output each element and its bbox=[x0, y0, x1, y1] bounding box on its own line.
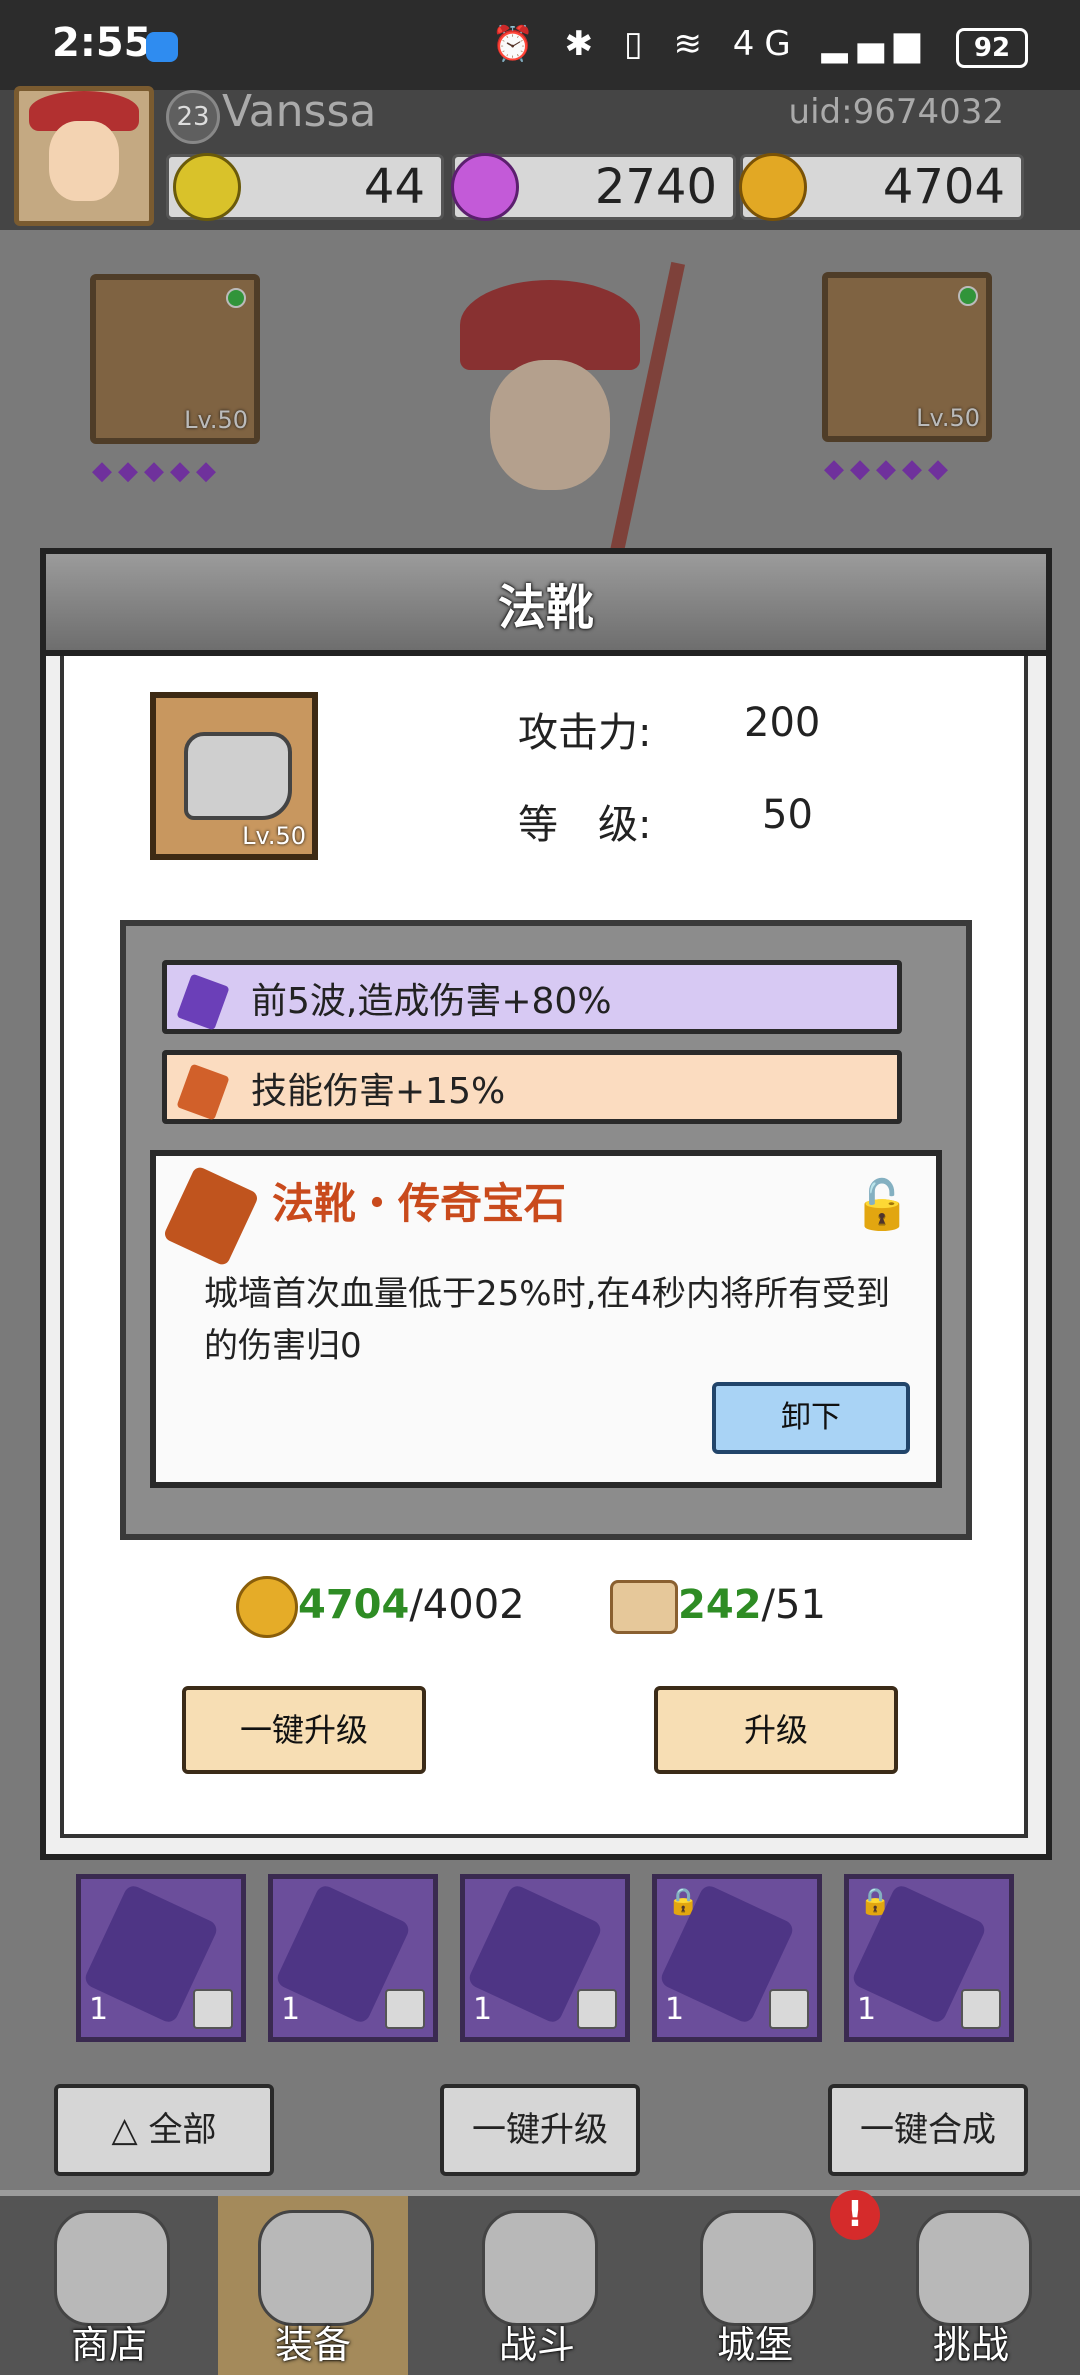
gold-owned: 4704 bbox=[298, 1582, 410, 1628]
level-value: 50 bbox=[762, 792, 813, 838]
legendary-gem-card: 法靴・传奇宝石 🔓 城墙首次血量低于25%时,在4秒内将所有受到的伤害归0 卸下 bbox=[150, 1150, 942, 1488]
gem-slot-purple[interactable]: 前5波,造成伤害+80% bbox=[162, 960, 902, 1034]
item-count: 1 bbox=[473, 1992, 493, 2027]
attack-value: 200 bbox=[744, 700, 821, 746]
inventory-slot[interactable]: 🔒 1 bbox=[844, 1874, 1014, 2042]
avatar[interactable] bbox=[14, 86, 154, 226]
stamina-icon bbox=[173, 153, 241, 221]
item-count: 1 bbox=[281, 1992, 301, 2027]
dialog-header: 法靴 bbox=[40, 548, 1052, 656]
shield-icon bbox=[916, 2210, 1032, 2326]
status-bar: 2:55 ⏰ ✱ ▯ ≋ 4G ▂▄▆ 92 bbox=[0, 0, 1080, 90]
gem-slot-text: 前5波,造成伤害+80% bbox=[251, 981, 612, 1022]
system-icons: ⏰ ✱ ▯ ≋ 4G ▂▄▆ bbox=[491, 24, 930, 64]
castle-icon bbox=[700, 2210, 816, 2326]
battery-icon: 92 bbox=[956, 28, 1028, 68]
gem-counter[interactable]: 2740 bbox=[451, 153, 736, 221]
unlock-icon[interactable]: 🔓 bbox=[852, 1176, 912, 1233]
inventory-slot[interactable]: 🔒 1 bbox=[652, 1874, 822, 2042]
attack-label: 攻击力: bbox=[518, 710, 652, 756]
player-level-badge: 23 bbox=[166, 90, 220, 144]
scroll-icon bbox=[610, 1580, 679, 1634]
shop-icon bbox=[54, 2210, 170, 2326]
status-time: 2:55 bbox=[52, 20, 152, 66]
item-count: 1 bbox=[89, 1992, 109, 2027]
tab-challenge[interactable]: 挑战 bbox=[876, 2196, 1066, 2375]
inventory-slot[interactable]: 1 bbox=[76, 1874, 246, 2042]
tab-castle[interactable]: 城堡 bbox=[660, 2196, 850, 2375]
gem-value: 2740 bbox=[594, 159, 717, 215]
tab-battle[interactable]: 战斗 bbox=[442, 2196, 632, 2375]
weapon-type-icon bbox=[769, 1989, 809, 2029]
legendary-gem-title: 法靴・传奇宝石 bbox=[272, 1179, 567, 1228]
one-key-upgrade-button[interactable]: 一键升级 bbox=[182, 1686, 426, 1774]
tab-label: 战斗 bbox=[498, 2323, 575, 2367]
filter-all-button[interactable]: △ 全部 bbox=[54, 2084, 274, 2176]
triangle-icon: △ bbox=[111, 2110, 138, 2150]
legendary-gem-icon bbox=[162, 1164, 260, 1268]
dialog-title: 法靴 bbox=[497, 580, 594, 636]
player-uid: uid:9674032 bbox=[788, 92, 1004, 132]
weapon-type-icon bbox=[961, 1989, 1001, 2029]
backpack-icon bbox=[258, 2210, 374, 2326]
gold-counter[interactable]: 4704 bbox=[739, 153, 1024, 221]
tab-label: 装备 bbox=[274, 2323, 351, 2367]
tab-label: 挑战 bbox=[932, 2323, 1009, 2367]
tab-label: 城堡 bbox=[716, 2323, 793, 2367]
tab-shop[interactable]: 商店 bbox=[14, 2196, 204, 2375]
item-count: 1 bbox=[857, 1992, 877, 2027]
merge-all-button[interactable]: 一键合成 bbox=[828, 2084, 1028, 2176]
item-count: 1 bbox=[665, 1992, 685, 2027]
armor-type-icon bbox=[193, 1989, 233, 2029]
stamina-counter[interactable]: 44 bbox=[166, 153, 444, 221]
gold-value: 4704 bbox=[882, 159, 1005, 215]
gold-coin-icon bbox=[236, 1576, 298, 1638]
boot-type-icon bbox=[385, 1989, 425, 2029]
item-level: Lv.50 bbox=[242, 822, 306, 850]
scroll-required: /51 bbox=[761, 1582, 826, 1628]
upgrade-all-button[interactable]: 一键升级 bbox=[440, 2084, 640, 2176]
gem-slot-text: 技能伤害+15% bbox=[251, 1071, 506, 1112]
unequip-button[interactable]: 卸下 bbox=[712, 1382, 910, 1454]
player-name: Vanssa bbox=[222, 86, 377, 137]
boot-icon bbox=[184, 732, 292, 820]
weapon-type-icon bbox=[577, 1989, 617, 2029]
scroll-owned: 242 bbox=[678, 1582, 762, 1628]
filter-label: 全部 bbox=[148, 2110, 217, 2150]
purple-gem-icon bbox=[176, 973, 230, 1031]
tab-equipment[interactable]: 装备 bbox=[218, 2196, 408, 2375]
gold-coin-icon bbox=[739, 153, 807, 221]
gold-required: /4002 bbox=[409, 1582, 525, 1628]
message-icon bbox=[146, 32, 178, 62]
stamina-value: 44 bbox=[363, 159, 425, 215]
upgrade-cost: 4704/4002 242/51 bbox=[236, 1576, 826, 1638]
level-label: 等 级: bbox=[518, 802, 652, 848]
gem-slot-orange[interactable]: 技能伤害+15% bbox=[162, 1050, 902, 1124]
upgrade-button[interactable]: 升级 bbox=[654, 1686, 898, 1774]
notification-badge: ! bbox=[830, 2190, 880, 2240]
legendary-gem-description: 城墙首次血量低于25%时,在4秒内将所有受到的伤害归0 bbox=[204, 1274, 891, 1366]
inventory-slot[interactable]: 1 bbox=[460, 1874, 630, 2042]
gem-icon bbox=[451, 153, 519, 221]
orange-gem-icon bbox=[176, 1063, 230, 1121]
crossed-swords-icon bbox=[482, 2210, 598, 2326]
item-icon: Lv.50 bbox=[150, 692, 318, 860]
inventory-slot[interactable]: 1 bbox=[268, 1874, 438, 2042]
tab-label: 商店 bbox=[70, 2323, 147, 2367]
